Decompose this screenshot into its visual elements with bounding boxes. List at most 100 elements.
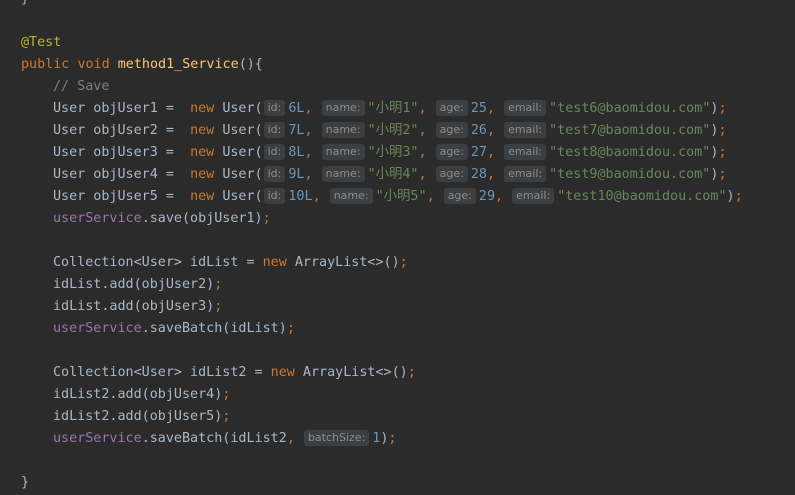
code-token: User( [222,123,263,138]
parameter-hint: id: [263,144,286,160]
code-token: @Test [21,35,62,50]
code-line[interactable]: Collection<User> idList = new ArrayList<… [0,252,795,274]
code-token: "小明4" [367,167,419,182]
parameter-hint: age: [443,188,476,204]
parameter-hint: name: [321,100,365,116]
code-token: ; [407,365,416,380]
code-token: new [190,167,223,182]
code-line[interactable]: User objUser1 = new User(id: 6L, name: "小明… [0,98,795,120]
code-line[interactable]: public void method1_Service(){ [0,54,795,76]
code-token: ; [734,189,743,204]
code-token: 7L [288,123,305,138]
code-token: ; [718,167,727,182]
code-token: Collection<User> idList2 = [53,365,271,380]
code-token: ; [286,321,295,336]
code-token: "小明5" [375,189,427,204]
code-token: Collection<User> idList = [53,255,263,270]
code-token: , [286,431,303,446]
code-token: method1_Service [117,57,239,72]
code-token: 9L [288,167,305,182]
code-token: 26 [470,123,487,138]
parameter-hint: email: [504,122,547,138]
code-token: new [190,101,223,116]
code-line[interactable]: User objUser3 = new User(id: 8L, name: "小明… [0,142,795,164]
code-line[interactable]: idList.add(objUser3); [0,296,795,318]
code-line[interactable]: // Save [0,76,795,98]
code-line[interactable]: Collection<User> idList2 = new ArrayList… [0,362,795,384]
code-token: ; [214,277,223,292]
code-token: , [426,189,443,204]
code-line[interactable]: idList.add(objUser2); [0,274,795,296]
parameter-hint: email: [512,188,555,204]
code-line[interactable]: User objUser2 = new User(id: 7L, name: "小明… [0,120,795,142]
code-token: , [304,123,321,138]
code-line[interactable] [0,450,795,472]
parameter-hint: age: [435,144,468,160]
code-token: "test7@baomidou.com" [549,123,711,138]
code-token: "小明2" [367,123,419,138]
code-line[interactable]: idList2.add(objUser5); [0,406,795,428]
code-line[interactable]: User objUser4 = new User(id: 9L, name: "小明… [0,164,795,186]
code-line[interactable]: } [0,0,795,10]
code-token: .saveBatch(idList2 [141,431,287,446]
code-token: new [262,255,295,270]
code-line[interactable]: } [0,472,795,494]
parameter-hint: id: [263,166,286,182]
code-line[interactable] [0,230,795,252]
code-token: .save(objUser1) [141,211,263,226]
code-line[interactable]: userService.save(objUser1); [0,208,795,230]
parameter-hint: id: [263,188,286,204]
parameter-hint: name: [321,166,365,182]
code-token: 28 [470,167,487,182]
code-token: 6L [288,101,305,116]
parameter-hint: id: [263,100,286,116]
code-line[interactable]: User objUser5 = new User(id: 10L, name: "小… [0,186,795,208]
code-line[interactable]: idList2.add(objUser4); [0,384,795,406]
code-token: ; [718,101,727,116]
code-token: 10L [288,189,313,204]
code-token: User( [222,101,263,116]
code-token: new [190,189,223,204]
code-token: User objUser1 = [53,101,191,116]
code-token: "test10@baomidou.com" [557,189,727,204]
code-line[interactable] [0,10,795,32]
code-token: new [270,365,303,380]
code-token: , [495,189,512,204]
code-line[interactable]: userService.saveBatch(idList); [0,318,795,340]
code-token: User objUser5 = [53,189,191,204]
code-token: new [190,123,223,138]
code-token: , [418,123,435,138]
code-token: idList2.add(objUser5) [53,409,223,424]
code-token: , [418,145,435,160]
code-line[interactable]: @Test [0,32,795,54]
parameter-hint: name: [321,144,365,160]
parameter-hint: email: [504,144,547,160]
code-token: 27 [470,145,487,160]
code-token: 8L [288,145,305,160]
code-token: , [486,145,504,160]
code-token: User objUser4 = [53,167,191,182]
code-token: ; [388,431,397,446]
code-token: "test9@baomidou.com" [549,167,711,182]
code-token: "小明3" [367,145,419,160]
code-token: User objUser2 = [53,123,191,138]
code-line[interactable]: userService.saveBatch(idList2, batchSize… [0,428,795,450]
parameter-hint: name: [321,122,365,138]
parameter-hint: batchSize: [303,430,370,446]
code-token: , [418,167,435,182]
code-token: , [486,167,504,182]
code-token: .saveBatch(idList) [141,321,287,336]
code-token: ArrayList<>() [302,365,408,380]
code-token: 29 [478,189,496,204]
code-token: userService [53,211,142,226]
code-editor[interactable]: } @Test public void method1_Service(){// S… [0,0,795,495]
parameter-hint: name: [329,188,373,204]
code-token: "test6@baomidou.com" [549,101,711,116]
code-token: ; [222,387,231,402]
code-token: , [486,101,504,116]
parameter-hint: age: [435,166,468,182]
parameter-hint: age: [435,122,468,138]
code-line[interactable] [0,340,795,362]
code-token: , [312,189,329,204]
code-token: } [21,475,30,490]
